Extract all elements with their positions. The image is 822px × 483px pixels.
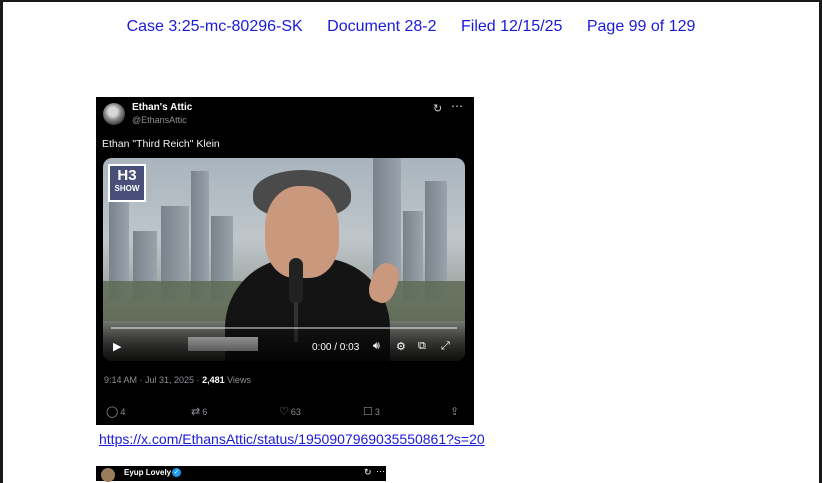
tweet-meta: 9:14 AM · Jul 31, 2025 · 2,481 Views bbox=[104, 375, 251, 385]
account-handle: @EthansAttic bbox=[132, 115, 187, 125]
bookmark-icon: ☐ bbox=[363, 406, 373, 418]
case-header: Case 3:25-mc-80296-SK Document 28-2 File… bbox=[3, 18, 819, 36]
logo-line1: H3 bbox=[117, 167, 137, 184]
heart-icon: ♡ bbox=[279, 406, 289, 418]
more-icon: ⋯ bbox=[451, 99, 464, 113]
reply-icon: ◯ bbox=[106, 406, 119, 418]
volume-icon[interactable]: 🔊︎ bbox=[373, 340, 380, 353]
document-number: Document 28-2 bbox=[327, 18, 437, 35]
tweet-screenshot: Ethan's Attic @EthansAttic ↻ ⋯ Ethan "Th… bbox=[96, 97, 474, 425]
like-button[interactable]: ♡ 63 bbox=[279, 405, 301, 418]
logo-line2: SHOW bbox=[114, 184, 140, 193]
tweet-timestamp: 9:14 AM · Jul 31, 2025 · bbox=[104, 375, 203, 385]
picture-in-picture-icon[interactable]: ⧉ bbox=[418, 340, 426, 353]
repost-button[interactable]: ⇄ 6 bbox=[191, 405, 207, 418]
video-controls bbox=[103, 319, 465, 361]
h3-show-logo: H3 SHOW bbox=[108, 164, 146, 202]
reply-count: 4 bbox=[120, 407, 126, 417]
bookmark-count: 3 bbox=[374, 407, 380, 417]
repost-count: 6 bbox=[202, 407, 208, 417]
like-count: 63 bbox=[290, 407, 301, 417]
repost-icon: ⇄ bbox=[191, 406, 201, 418]
grok-icon: ↻ bbox=[433, 103, 443, 115]
bookmark-button[interactable]: ☐ 3 bbox=[363, 405, 380, 418]
verified-badge-icon: ✓ bbox=[172, 468, 181, 477]
grok-icon: ↻ bbox=[364, 467, 372, 477]
fullscreen-icon[interactable]: ⤢ bbox=[441, 340, 450, 353]
microphone bbox=[289, 258, 303, 304]
views-label: Views bbox=[224, 375, 251, 385]
reply-button[interactable]: ◯ 4 bbox=[106, 405, 125, 418]
avatar bbox=[103, 103, 125, 125]
share-button[interactable]: ⇪ bbox=[450, 405, 461, 418]
avatar bbox=[101, 468, 115, 482]
play-icon[interactable]: ▶ bbox=[113, 340, 121, 353]
filed-date: Filed 12/15/25 bbox=[460, 18, 563, 35]
video-time: 0:00 / 0:03 bbox=[312, 342, 360, 353]
share-icon: ⇪ bbox=[450, 406, 460, 418]
case-number: Case 3:25-mc-80296-SK bbox=[126, 18, 303, 35]
gear-icon[interactable]: ⚙ bbox=[396, 340, 406, 353]
second-tweet-screenshot: Eyup Lovely ✓ ↻ ⋯ bbox=[96, 466, 386, 482]
more-icon: ⋯ bbox=[376, 466, 385, 476]
account-name: Eyup Lovely bbox=[124, 468, 172, 477]
views-count: 2,481 bbox=[202, 375, 225, 385]
video-progress-bar[interactable] bbox=[111, 327, 457, 329]
account-name: Ethan's Attic bbox=[132, 102, 193, 113]
page-number: Page 99 of 129 bbox=[586, 18, 696, 35]
tweet-link[interactable]: https://x.com/EthansAttic/status/1950907… bbox=[99, 431, 485, 447]
video-player: H3 SHOW ▶ 0:00 / 0:03 🔊︎ ⚙ ⧉ ⤢ bbox=[103, 158, 465, 361]
tweet-text: Ethan "Third Reich" Klein bbox=[102, 138, 220, 150]
